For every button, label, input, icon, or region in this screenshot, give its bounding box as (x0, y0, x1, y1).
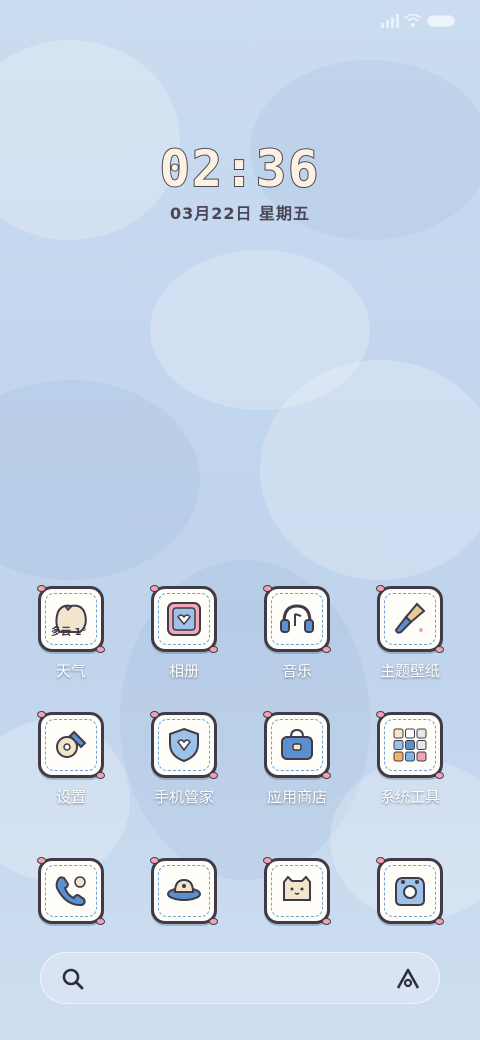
app-label: 天气 (55, 662, 86, 680)
app-settings[interactable]: 设置 (16, 711, 126, 822)
app-label: 音乐 (281, 662, 312, 680)
camera-icon (376, 857, 444, 925)
app-label: 设置 (55, 788, 86, 806)
wifi-icon (404, 13, 422, 27)
status-bar (0, 0, 480, 44)
phone-icon (37, 857, 105, 925)
weather-badge: 多云 1° (51, 627, 87, 638)
clock-date: 03月22日 星期五 (169, 204, 311, 223)
app-label: 主题壁纸 (379, 662, 440, 680)
search-dock[interactable] (40, 952, 440, 1004)
app-weather[interactable]: 多云 1° 天气 (16, 585, 126, 696)
weather-icon: 多云 1° (37, 585, 105, 653)
settings-icon (37, 711, 105, 779)
app-gallery[interactable]: 相册 (129, 585, 239, 696)
app-store-icon (263, 711, 331, 779)
assistant-icon[interactable] (395, 966, 421, 992)
battery-icon (427, 15, 455, 27)
app-label: 手机管家 (153, 788, 214, 806)
app-label: 应用商店 (266, 788, 327, 806)
app-tools-folder[interactable]: 系统工具 (355, 711, 465, 822)
app-theme[interactable]: 主题壁纸 (355, 585, 465, 696)
messages-icon (263, 857, 331, 925)
app-store[interactable]: 应用商店 (242, 711, 352, 822)
security-icon (150, 711, 218, 779)
signal-icon (381, 14, 399, 28)
app-security[interactable]: 手机管家 (129, 711, 239, 822)
search-icon[interactable] (61, 967, 85, 991)
clock-time[interactable]: 02:36 (0, 139, 480, 199)
tools-folder-icon (376, 711, 444, 779)
app-label: 相册 (168, 662, 199, 680)
music-icon (263, 585, 331, 653)
app-label: 系统工具 (379, 788, 440, 806)
browser-icon (150, 857, 218, 925)
gallery-icon (150, 585, 218, 653)
theme-icon (376, 585, 444, 653)
app-music[interactable]: 音乐 (242, 585, 352, 696)
